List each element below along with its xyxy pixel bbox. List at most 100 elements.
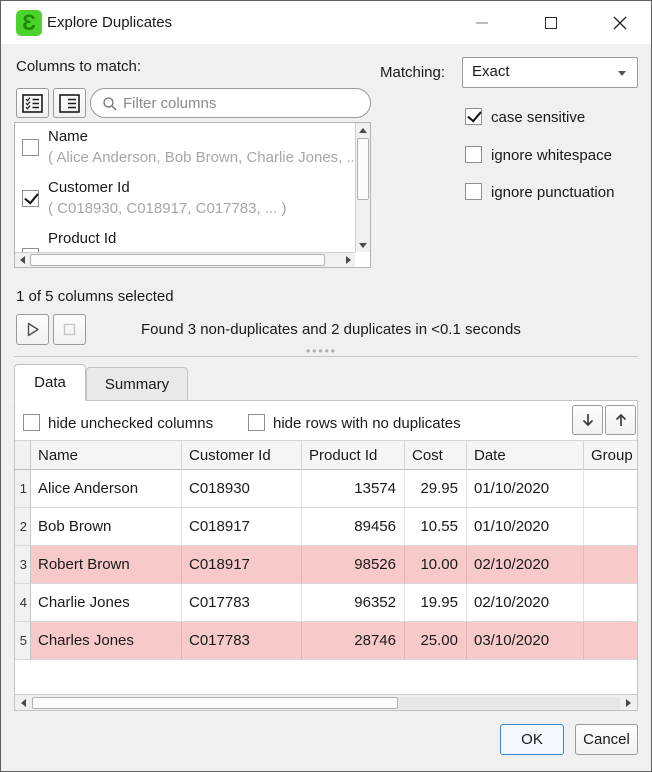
scroll-left-icon <box>20 256 25 264</box>
tab-data[interactable]: Data <box>14 364 86 401</box>
cell-customer-id[interactable]: C017783 <box>182 622 302 660</box>
cell-date[interactable]: 02/10/2020 <box>467 546 584 584</box>
column-item-customer-id[interactable]: Customer Id ( C018930, C018917, C017783,… <box>15 176 355 227</box>
cell-date[interactable]: 03/10/2020 <box>467 622 584 660</box>
check-all-columns-button[interactable] <box>16 88 49 118</box>
matching-selected-value: Exact <box>472 63 510 80</box>
hscroll-track[interactable] <box>398 697 620 710</box>
scroll-right-button[interactable] <box>341 253 355 267</box>
table-row: 2 Bob Brown C018917 89456 10.55 01/10/20… <box>15 508 637 546</box>
case-sensitive-label: case sensitive <box>491 109 585 126</box>
tab-summary-label: Summary <box>105 376 169 393</box>
cell-group[interactable] <box>584 508 637 546</box>
cell-name[interactable]: Charles Jones <box>31 622 182 660</box>
matching-dropdown[interactable]: Exact <box>462 57 638 88</box>
arrow-down-icon <box>579 411 597 429</box>
column-sample-values: ( Alice Anderson, Bob Brown, Charlie Jon… <box>48 149 353 166</box>
cell-name[interactable]: Bob Brown <box>31 508 182 546</box>
data-tab-panel: hide unchecked columns hide rows with no… <box>14 400 638 711</box>
cell-cost[interactable]: 29.95 <box>405 470 467 508</box>
row-number[interactable]: 1 <box>15 470 31 508</box>
hide-rows-no-duplicates-checkbox[interactable] <box>248 414 265 431</box>
column-checkbox-customer-id[interactable] <box>22 190 39 207</box>
tab-data-label: Data <box>34 374 66 391</box>
row-number[interactable]: 5 <box>15 622 31 660</box>
play-icon <box>23 320 42 339</box>
columns-list: Name ( Alice Anderson, Bob Brown, Charli… <box>14 122 371 268</box>
cell-name[interactable]: Charlie Jones <box>31 584 182 622</box>
cell-name[interactable]: Robert Brown <box>31 546 182 584</box>
scroll-right-icon <box>626 699 631 707</box>
next-duplicate-button[interactable] <box>572 405 603 435</box>
splitter-divider <box>14 356 638 357</box>
cell-customer-id[interactable]: C018917 <box>182 546 302 584</box>
vscroll-thumb[interactable] <box>357 138 369 200</box>
close-button[interactable] <box>597 1 643 44</box>
cell-date[interactable]: 01/10/2020 <box>467 470 584 508</box>
stop-button[interactable] <box>53 314 86 345</box>
column-sample-values: ( C018930, C018917, C017783, ... ) <box>48 200 353 217</box>
scroll-left-button[interactable] <box>16 696 31 710</box>
filter-columns-input[interactable] <box>123 91 363 115</box>
cell-product-id[interactable]: 98526 <box>302 546 405 584</box>
columns-list-vscrollbar[interactable] <box>355 123 370 252</box>
column-label: Name <box>48 128 88 145</box>
cell-product-id[interactable]: 13574 <box>302 470 405 508</box>
column-item-name[interactable]: Name ( Alice Anderson, Bob Brown, Charli… <box>15 125 355 176</box>
cell-date[interactable]: 02/10/2020 <box>467 584 584 622</box>
scroll-down-button[interactable] <box>356 238 370 252</box>
hscroll-thumb[interactable] <box>30 254 325 266</box>
cell-date[interactable]: 01/10/2020 <box>467 508 584 546</box>
hide-unchecked-columns-label: hide unchecked columns <box>48 415 213 432</box>
table-hscrollbar[interactable] <box>15 694 637 710</box>
cell-customer-id[interactable]: C018930 <box>182 470 302 508</box>
previous-duplicate-button[interactable] <box>605 405 636 435</box>
scroll-up-button[interactable] <box>356 123 370 137</box>
run-button[interactable] <box>16 314 49 345</box>
cell-product-id[interactable]: 89456 <box>302 508 405 546</box>
cell-cost[interactable]: 19.95 <box>405 584 467 622</box>
row-number[interactable]: 3 <box>15 546 31 584</box>
case-sensitive-checkbox[interactable] <box>465 108 482 125</box>
table-row: 4 Charlie Jones C017783 96352 19.95 02/1… <box>15 584 637 622</box>
cell-group[interactable] <box>584 470 637 508</box>
cell-cost[interactable]: 10.00 <box>405 546 467 584</box>
ignore-punctuation-checkbox[interactable] <box>465 183 482 200</box>
ok-button[interactable]: OK <box>500 724 564 755</box>
cell-cost[interactable]: 25.00 <box>405 622 467 660</box>
cell-group[interactable] <box>584 622 637 660</box>
scroll-right-button[interactable] <box>621 696 636 710</box>
cell-customer-id[interactable]: C017783 <box>182 584 302 622</box>
minimize-button[interactable] <box>459 1 505 44</box>
row-number[interactable]: 4 <box>15 584 31 622</box>
columns-list-hscrollbar[interactable] <box>15 252 355 267</box>
hscroll-thumb[interactable] <box>32 697 398 709</box>
column-header: Product Id <box>302 440 405 470</box>
columns-selected-summary: 1 of 5 columns selected <box>16 288 174 305</box>
uncheck-all-icon <box>59 94 80 113</box>
cell-name[interactable]: Alice Anderson <box>31 470 182 508</box>
table-row-duplicate: 3 Robert Brown C018917 98526 10.00 02/10… <box>15 546 637 584</box>
cell-group[interactable] <box>584 584 637 622</box>
cancel-button[interactable]: Cancel <box>575 724 638 755</box>
maximize-button[interactable] <box>528 1 574 44</box>
column-header: Name <box>31 440 182 470</box>
columns-to-match-label: Columns to match: <box>16 58 141 75</box>
cell-product-id[interactable]: 28746 <box>302 622 405 660</box>
cell-group[interactable] <box>584 546 637 584</box>
row-number[interactable]: 2 <box>15 508 31 546</box>
tab-summary[interactable]: Summary <box>86 367 188 401</box>
cell-product-id[interactable]: 96352 <box>302 584 405 622</box>
hide-unchecked-columns-checkbox[interactable] <box>23 414 40 431</box>
ignore-punctuation-label: ignore punctuation <box>491 184 614 201</box>
column-header: Group <box>584 440 637 470</box>
scroll-left-button[interactable] <box>15 253 29 267</box>
uncheck-all-columns-button[interactable] <box>53 88 86 118</box>
ignore-whitespace-checkbox[interactable] <box>465 146 482 163</box>
column-item-product-id[interactable]: Product Id <box>15 227 355 252</box>
table-row-duplicate: 5 Charles Jones C017783 28746 25.00 03/1… <box>15 622 637 660</box>
cell-customer-id[interactable]: C018917 <box>182 508 302 546</box>
column-checkbox-name[interactable] <box>22 139 39 156</box>
cell-cost[interactable]: 10.55 <box>405 508 467 546</box>
ignore-whitespace-label: ignore whitespace <box>491 147 612 164</box>
